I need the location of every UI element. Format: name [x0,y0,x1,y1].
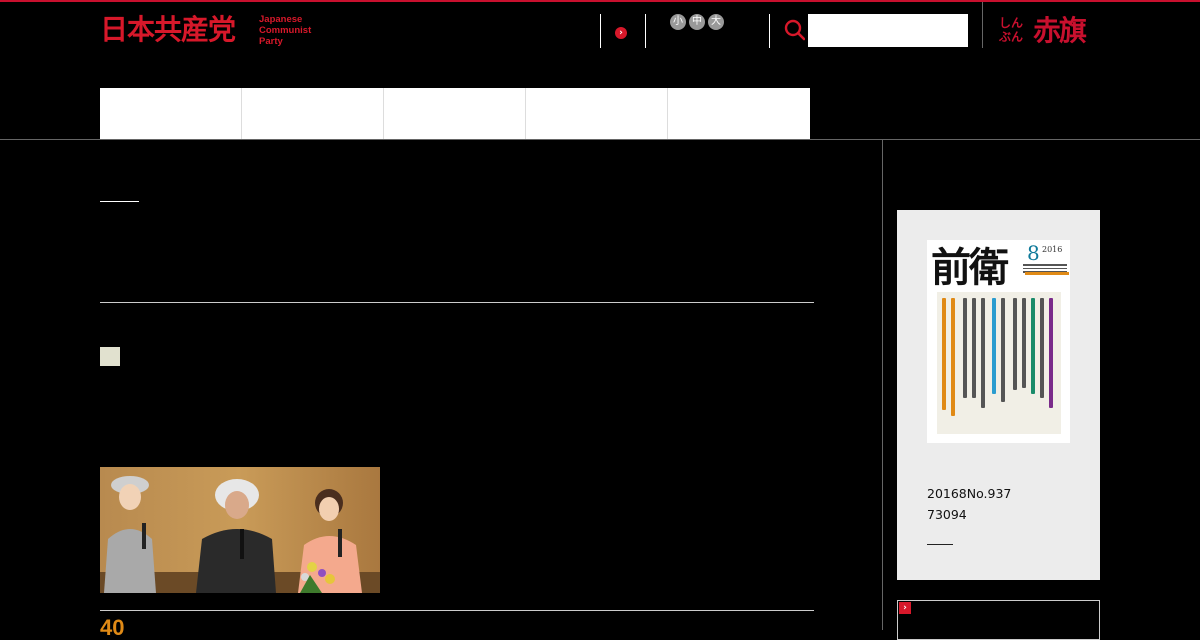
header-divider [600,14,601,48]
chevron-right-icon: › [899,602,911,614]
akahata-logo-small[interactable]: しん ぶん [999,16,1023,44]
title-underline [100,201,139,202]
font-size-small-button[interactable]: 小 [670,14,686,30]
main-nav [100,88,810,139]
search-input[interactable] [808,14,968,47]
nav-item[interactable] [526,88,668,139]
sidebar-divider [882,140,883,630]
magazine-issue-line: 20168No.937 [927,486,1012,501]
category-tag[interactable] [100,347,120,366]
magazine-rule [927,544,953,545]
magazine-promo[interactable]: 前衛 8 2016 20168No.937 73094 [897,210,1100,580]
magazine-issue-year: 2016 [1042,245,1063,254]
magazine-cover[interactable]: 前衛 8 2016 [927,240,1070,443]
search-icon[interactable] [783,19,805,41]
magazine-masthead-lines [1023,264,1067,278]
magazine-issue-info: 20168No.937 73094 [927,483,1011,525]
header-divider [645,14,646,48]
magazine-title: 前衛 [931,244,1009,291]
magazine-price-line: 73094 [927,507,967,522]
akahata-small-line: ぶん [999,30,1024,44]
section-divider [100,610,814,611]
section-divider [100,302,814,303]
font-size-large-button[interactable]: 大 [708,14,724,30]
sidebar-link-box[interactable]: › [897,600,1100,640]
magazine-orange-bar [1025,272,1069,275]
logo-en-line: Party [259,36,283,47]
nav-item[interactable] [100,88,242,139]
font-size-medium-button[interactable]: 中 [689,14,705,30]
akahata-small-line: しん [999,16,1024,30]
site-logo[interactable]: 日本共産党 [100,13,236,47]
article-photo[interactable] [100,467,380,593]
magazine-issue-month: 8 [1027,241,1040,265]
logo-en-line: Communist [259,25,312,36]
header-bottom-border [0,139,1200,140]
header-divider [982,2,983,48]
logo-en-line: Japanese [259,14,303,25]
site-logo-english[interactable]: Japanese Communist Party [259,14,311,47]
article-date: 40 [100,615,125,640]
nav-item[interactable] [242,88,384,139]
top-accent-line [0,0,1200,2]
akahata-logo[interactable]: 赤旗 [1033,14,1087,48]
nav-item[interactable] [384,88,526,139]
header-divider [769,14,770,48]
magazine-contents [937,292,1061,434]
nav-item[interactable] [668,88,810,139]
header-link-arrow-icon[interactable]: › [615,27,627,39]
